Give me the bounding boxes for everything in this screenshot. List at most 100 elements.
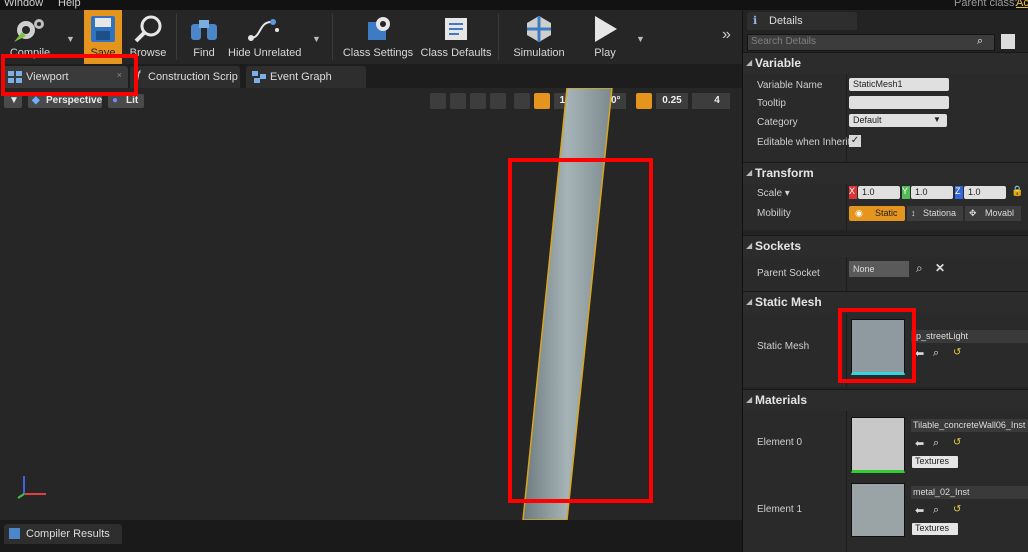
reset-material-icon[interactable]: ↺ — [953, 437, 961, 448]
browse-material-icon[interactable]: ⌕ — [933, 437, 939, 450]
static-mesh-picker[interactable]: rp_streetLight — [911, 330, 1028, 343]
static-label: Static — [875, 208, 898, 218]
find-button[interactable]: Find — [184, 10, 224, 64]
mobility-label: Mobility — [757, 208, 791, 219]
search-icon[interactable]: ⌕ — [977, 35, 983, 48]
menu-window[interactable]: Window — [4, 0, 43, 9]
static-mesh-label: Static Mesh — [757, 341, 810, 352]
collapse-arrow-icon: ◢ — [746, 168, 753, 177]
use-selected-arrow-icon[interactable]: ⬅ — [915, 347, 924, 360]
mobility-stationary-button[interactable]: ↕ Stationa — [907, 206, 963, 221]
details-tab-label: Details — [769, 15, 803, 27]
reset-material-icon[interactable]: ↺ — [953, 504, 961, 515]
clear-socket-icon[interactable]: ✕ — [935, 261, 945, 275]
editable-inherited-checkbox[interactable]: ✓ — [849, 135, 861, 147]
simulation-label: Simulation — [513, 47, 565, 59]
class-defaults-icon — [445, 18, 467, 40]
element-0-label: Element 0 — [757, 437, 803, 448]
collapse-arrow-icon: ◢ — [746, 297, 753, 306]
play-dropdown-icon[interactable]: ▼ — [636, 34, 645, 44]
chevron-down-icon: ▼ — [933, 115, 941, 124]
element-0-picker[interactable]: Tilable_concreteWall06_Inst — [911, 419, 1028, 432]
hide-unrelated-icon — [248, 19, 279, 41]
property-matrix-icon[interactable] — [1001, 34, 1015, 49]
scale-label: Scale ▾ — [757, 188, 790, 199]
parent-class-label: Parent class: — [954, 0, 1018, 9]
tab-compiler-results[interactable]: Compiler Results — [4, 524, 122, 544]
tab-construction-label: Construction Scrip — [148, 71, 238, 83]
toolbar-overflow-icon[interactable]: » — [722, 26, 731, 44]
lock-icon[interactable]: 🔒 — [1011, 186, 1023, 197]
section-transform-title: Transform — [755, 166, 814, 180]
hide-unrelated-button[interactable]: Hide Unrelated — [228, 10, 301, 64]
sockets-rows: Parent Socket None ⌕ ✕ — [743, 257, 1028, 291]
section-variable-title: Variable — [755, 56, 802, 70]
play-label: Play — [594, 47, 616, 59]
element-1-thumbnail[interactable] — [851, 483, 905, 537]
reset-mesh-icon[interactable]: ↺ — [953, 347, 961, 358]
scale-x-input[interactable]: 1.0 — [858, 186, 900, 199]
element-1-textures-label: Textures — [915, 523, 950, 533]
element-0-thumbnail[interactable] — [851, 417, 905, 473]
highlight-box — [508, 158, 653, 503]
tooltip-input[interactable] — [849, 96, 949, 109]
tab-construction-script[interactable]: ƒ Construction Scrip — [130, 66, 240, 88]
simulation-button[interactable]: Simulation — [508, 10, 570, 64]
highlight-box — [838, 308, 916, 383]
play-button[interactable]: Play — [580, 10, 630, 64]
parent-class-link[interactable]: Ac — [1016, 0, 1028, 9]
scale-z-input[interactable]: 1.0 — [964, 186, 1006, 199]
class-settings-gear-icon — [368, 17, 390, 40]
static-icon: ◉ — [855, 208, 863, 218]
class-settings-button[interactable]: Class Settings — [342, 10, 414, 64]
details-search-input[interactable]: Search Details — [747, 34, 995, 51]
details-icon: ℹ — [753, 15, 758, 27]
simulation-icon — [527, 16, 551, 42]
scale-y-value: 1.0 — [915, 187, 928, 197]
mobility-movable-button[interactable]: ✥ Movabl — [965, 206, 1021, 221]
binoculars-icon — [191, 20, 217, 40]
parent-socket-field[interactable]: None — [849, 261, 909, 277]
scale-y-input[interactable]: 1.0 — [911, 186, 953, 199]
movable-icon: ✥ — [969, 208, 977, 218]
use-selected-arrow-icon[interactable]: ⬅ — [915, 504, 924, 517]
transform-rows: Scale ▾ X 1.0 Y 1.0 Z 1.0 🔒 Mobility ◉ S… — [743, 184, 1028, 230]
section-transform[interactable]: ◢ Transform — [743, 162, 1028, 184]
browse-socket-icon[interactable]: ⌕ — [916, 261, 923, 276]
section-materials[interactable]: ◢ Materials — [743, 389, 1028, 411]
stationary-label: Stationa — [923, 208, 957, 218]
save-icon — [91, 16, 115, 42]
element-0-value: Tilable_concreteWall06_Inst — [913, 420, 1026, 430]
event-graph-icon — [252, 71, 266, 83]
parent-socket-value: None — [853, 264, 875, 274]
element-1-textures-button[interactable]: Textures — [912, 523, 958, 535]
section-materials-title: Materials — [755, 393, 808, 407]
mobility-static-button[interactable]: ◉ Static — [849, 206, 905, 221]
variable-name-value: StaticMesh1 — [853, 79, 903, 89]
scale-x-marker: X — [849, 186, 857, 199]
category-dropdown[interactable]: Default ▼ — [849, 114, 947, 127]
hide-unrelated-dropdown-icon[interactable]: ▼ — [312, 34, 321, 44]
scale-x-value: 1.0 — [862, 187, 875, 197]
browse-mesh-icon[interactable]: ⌕ — [933, 347, 939, 360]
class-defaults-button[interactable]: Class Defaults — [420, 10, 492, 64]
variable-rows: Variable Name StaticMesh1 Tooltip Catego… — [743, 74, 1028, 172]
compile-dropdown-icon[interactable]: ▼ — [66, 34, 75, 44]
section-sockets[interactable]: ◢ Sockets — [743, 235, 1028, 257]
element-0-textures-label: Textures — [915, 456, 950, 466]
variable-name-input[interactable]: StaticMesh1 — [849, 78, 949, 91]
section-variable[interactable]: ◢ Variable — [743, 52, 1028, 74]
browse-magnifier-icon — [134, 15, 162, 43]
element-1-picker[interactable]: metal_02_Inst — [911, 486, 1028, 499]
browse-material-icon[interactable]: ⌕ — [933, 504, 939, 517]
tab-details[interactable]: ℹ Details — [747, 12, 857, 30]
stationary-icon: ↕ — [911, 208, 916, 218]
tab-event-graph[interactable]: Event Graph — [246, 66, 366, 88]
collapse-arrow-icon: ◢ — [746, 58, 753, 67]
use-selected-arrow-icon[interactable]: ⬅ — [915, 437, 924, 450]
materials-rows: Element 0 Tilable_concreteWall06_Inst ⬅ … — [743, 411, 1028, 552]
details-panel: ℹ Details Search Details ⌕ ◢ Variable Var… — [742, 10, 1028, 552]
menu-help[interactable]: Help — [58, 0, 81, 9]
element-0-textures-button[interactable]: Textures — [912, 456, 958, 468]
movable-label: Movabl — [985, 208, 1015, 218]
